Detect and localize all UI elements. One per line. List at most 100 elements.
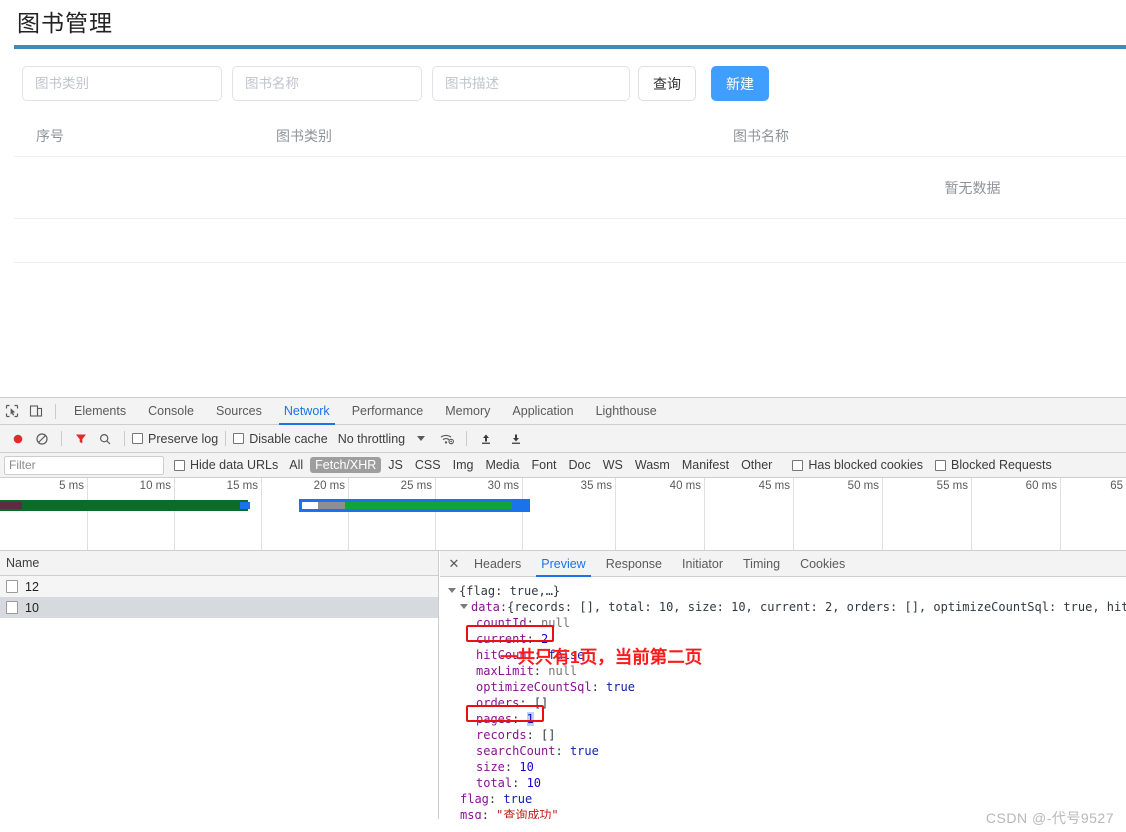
tick-label: 20 ms <box>313 480 345 492</box>
toolbar-separator-1 <box>61 431 62 446</box>
filter-type-ws[interactable]: WS <box>598 457 628 473</box>
inspect-element-icon[interactable] <box>0 399 24 423</box>
document-icon <box>6 580 18 593</box>
detail-tab-initiator[interactable]: Initiator <box>672 551 733 577</box>
network-split-pane: Name 12 10 ✕ Headers Preview Response In… <box>0 551 1126 819</box>
network-overview-timeline[interactable]: 5 ms 10 ms 15 ms 20 ms 25 ms 30 ms 35 ms… <box>0 478 1126 551</box>
json-value: true <box>503 792 533 806</box>
search-input-description[interactable] <box>432 66 630 101</box>
json-value: 1 <box>526 712 534 726</box>
tick-label: 50 ms <box>847 480 879 492</box>
filter-type-img[interactable]: Img <box>448 457 479 473</box>
throttling-selector[interactable]: No throttling <box>338 432 405 446</box>
clear-icon[interactable] <box>30 427 54 451</box>
detail-tab-headers[interactable]: Headers <box>464 551 531 577</box>
export-har-icon[interactable] <box>504 427 528 451</box>
close-icon[interactable]: ✕ <box>444 551 464 577</box>
timeline-tick: 25 ms <box>401 478 436 550</box>
tab-console[interactable]: Console <box>137 398 205 425</box>
query-button[interactable]: 查询 <box>638 66 696 101</box>
request-detail-tabbar: ✕ Headers Preview Response Initiator Tim… <box>440 551 1126 577</box>
filter-type-fetchxhr[interactable]: Fetch/XHR <box>310 457 382 473</box>
json-preview-tree[interactable]: {flag: true,…} data:{records: [], total:… <box>440 577 1126 819</box>
filter-type-manifest[interactable]: Manifest <box>677 457 734 473</box>
filter-icon[interactable] <box>69 427 93 451</box>
json-value: true <box>569 744 599 758</box>
hide-data-urls-checkbox[interactable]: Hide data URLs <box>174 458 278 472</box>
request-row-12[interactable]: 12 <box>0 576 438 597</box>
filter-type-wasm[interactable]: Wasm <box>630 457 675 473</box>
csdn-watermark: CSDN @-代号9527 <box>985 810 1114 826</box>
network-filter-bar: Hide data URLs All Fetch/XHR JS CSS Img … <box>0 453 1126 478</box>
timeline-tick: 55 ms <box>937 478 972 550</box>
chevron-down-icon[interactable] <box>417 436 426 441</box>
json-data-line[interactable]: data:{records: [], total: 10, size: 10, … <box>448 599 1126 615</box>
search-icon[interactable] <box>93 427 117 451</box>
tab-elements[interactable]: Elements <box>63 398 137 425</box>
tab-lighthouse[interactable]: Lighthouse <box>585 398 668 425</box>
request-row-10[interactable]: 10 <box>0 597 438 618</box>
tab-application[interactable]: Application <box>501 398 584 425</box>
tab-sources[interactable]: Sources <box>205 398 273 425</box>
tab-performance[interactable]: Performance <box>341 398 435 425</box>
overview-bar-request-10[interactable] <box>299 499 530 512</box>
request-list-header[interactable]: Name <box>0 551 438 576</box>
network-conditions-icon[interactable] <box>435 427 459 451</box>
detail-tab-preview[interactable]: Preview <box>531 551 595 577</box>
record-icon[interactable] <box>6 427 30 451</box>
blocked-requests-checkbox[interactable]: Blocked Requests <box>935 458 1052 472</box>
has-blocked-cookies-label: Has blocked cookies <box>808 458 923 472</box>
tick-label: 10 ms <box>139 480 171 492</box>
create-button[interactable]: 新建 <box>711 66 769 101</box>
json-field-records: records: [] <box>476 728 556 742</box>
filter-type-all[interactable]: All <box>284 457 308 473</box>
timeline-tick: 60 ms <box>1026 478 1061 550</box>
timeline-tick: 20 ms <box>314 478 349 550</box>
tick-label: 35 ms <box>580 480 612 492</box>
tick-label: 65 <box>1110 480 1123 492</box>
device-toolbar-icon[interactable] <box>24 399 48 423</box>
json-key: size <box>476 760 505 774</box>
overview-bar-request-12[interactable] <box>0 500 250 511</box>
column-header-name: Name <box>6 556 40 570</box>
has-blocked-cookies-checkbox[interactable]: Has blocked cookies <box>792 458 923 472</box>
json-value: 10 <box>526 776 542 790</box>
filter-type-js[interactable]: JS <box>383 457 408 473</box>
json-field-flag: flag: true <box>460 792 533 806</box>
search-toolbar: 查询 新建 <box>0 58 1126 110</box>
filter-type-font[interactable]: Font <box>526 457 561 473</box>
devtools-tabbar: Elements Console Sources Network Perform… <box>0 398 1126 425</box>
search-input-name[interactable] <box>232 66 422 101</box>
expand-triangle-icon[interactable] <box>460 604 468 609</box>
expand-triangle-icon[interactable] <box>448 588 456 593</box>
import-har-icon[interactable] <box>474 427 498 451</box>
checkbox-box <box>792 459 804 471</box>
preserve-log-checkbox[interactable]: Preserve log <box>132 432 218 446</box>
table-header-row: 序号 图书类别 图书名称 <box>14 117 1126 157</box>
filter-input[interactable] <box>4 455 164 475</box>
json-field-size: size: 10 <box>476 760 534 774</box>
filter-type-doc[interactable]: Doc <box>564 457 596 473</box>
filter-type-css[interactable]: CSS <box>410 457 446 473</box>
tick-label: 45 ms <box>758 480 790 492</box>
disable-cache-checkbox[interactable]: Disable cache <box>233 432 328 446</box>
timeline-tick: 15 ms <box>227 478 262 550</box>
detail-tab-cookies[interactable]: Cookies <box>790 551 855 577</box>
tab-network[interactable]: Network <box>273 398 341 425</box>
request-list-panel: Name 12 10 <box>0 551 439 819</box>
filter-type-media[interactable]: Media <box>480 457 524 473</box>
json-root-line[interactable]: {flag: true,…} <box>448 583 1126 599</box>
checkbox-box <box>132 433 143 444</box>
detail-tab-timing[interactable]: Timing <box>733 551 790 577</box>
toolbar-separator-3 <box>225 431 227 446</box>
table-bottom-divider <box>14 262 1126 263</box>
toolbar-separator-4 <box>466 431 468 446</box>
filter-type-other[interactable]: Other <box>736 457 777 473</box>
timeline-tick: 10 ms <box>140 478 175 550</box>
json-value: "查询成功" <box>496 808 559 819</box>
timeline-tick: 50 ms <box>848 478 883 550</box>
timeline-tick: 5 ms <box>59 478 88 550</box>
search-input-category[interactable] <box>22 66 222 101</box>
detail-tab-response[interactable]: Response <box>596 551 672 577</box>
tab-memory[interactable]: Memory <box>434 398 501 425</box>
